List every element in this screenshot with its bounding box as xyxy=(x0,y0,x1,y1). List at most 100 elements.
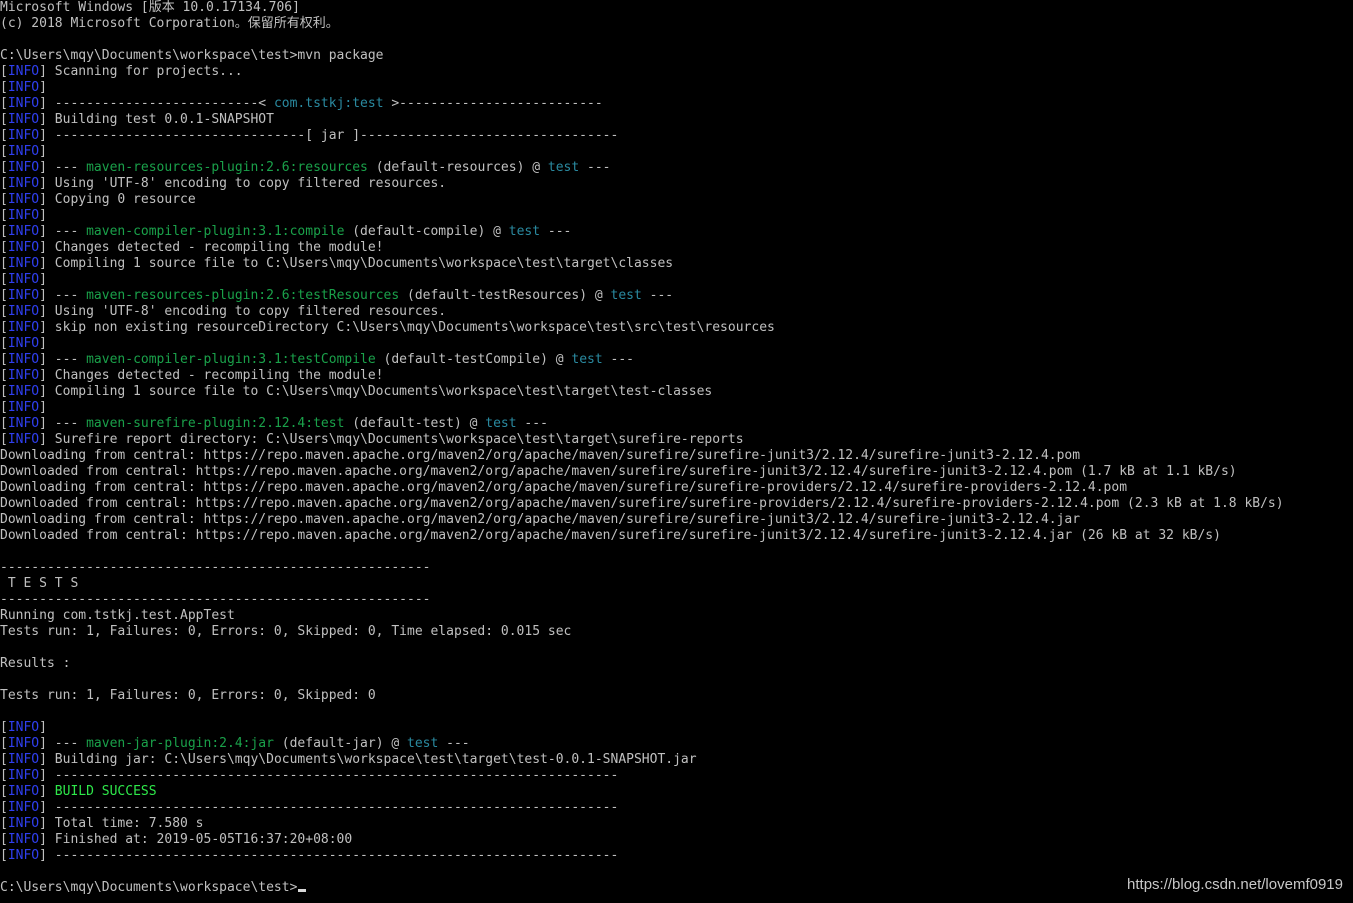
info-tag: INFO xyxy=(7,64,40,79)
project-name: test xyxy=(571,352,603,367)
console-text: [ xyxy=(0,64,8,79)
console-line: [INFO] --- maven-compiler-plugin:3.1:tes… xyxy=(0,352,1353,368)
console-text: [ xyxy=(0,256,8,271)
console-text: --- xyxy=(540,224,572,239)
console-line: [INFO] xyxy=(0,144,1353,160)
console-text: [ xyxy=(0,336,8,351)
plugin-goal: maven-resources-plugin:2.6:resources xyxy=(86,160,368,175)
console-line: [INFO] Changes detected - recompiling th… xyxy=(0,368,1353,384)
info-tag: INFO xyxy=(7,272,40,287)
info-tag: INFO xyxy=(7,240,40,255)
console-text: ] xyxy=(39,784,55,799)
console-text: ] --- xyxy=(39,736,87,751)
console-line: [INFO] skip non existing resourceDirecto… xyxy=(0,320,1353,336)
info-tag: INFO xyxy=(7,160,40,175)
console-text: Downloading from central: https://repo.m… xyxy=(0,512,1081,527)
info-tag: INFO xyxy=(7,320,40,335)
console-line: Results : xyxy=(0,656,1353,672)
console-text: ] --- xyxy=(39,352,87,367)
console-text: ] Scanning for projects... xyxy=(39,64,243,79)
console-line: ----------------------------------------… xyxy=(0,592,1353,608)
project-name: test xyxy=(547,160,580,175)
console-line: [INFO] ---------------------------------… xyxy=(0,768,1353,784)
console-line: [INFO] --- maven-compiler-plugin:3.1:com… xyxy=(0,224,1353,240)
console-text: [ xyxy=(0,784,8,799)
console-line: [INFO] --- maven-jar-plugin:2.4:jar (def… xyxy=(0,736,1353,752)
console-output[interactable]: Microsoft Windows [版本 10.0.17134.706] (c)… xyxy=(0,0,1353,896)
console-line: ----------------------------------------… xyxy=(0,560,1353,576)
console-text: ] xyxy=(39,144,47,159)
console-text: [ xyxy=(0,368,8,383)
console-text: --- xyxy=(641,288,674,303)
console-text: ] Total time: 7.580 s xyxy=(39,816,204,831)
console-line: Microsoft Windows [版本 10.0.17134.706] xyxy=(0,0,1353,16)
plugin-goal: maven-compiler-plugin:3.1:testCompile xyxy=(86,352,376,367)
console-line: Downloading from central: https://repo.m… xyxy=(0,480,1353,496)
project-name: com.tstkj:test xyxy=(273,96,384,111)
console-text: [ xyxy=(0,848,8,863)
console-text: ] xyxy=(39,400,47,415)
console-line: [INFO] xyxy=(0,272,1353,288)
console-line: [INFO] BUILD SUCCESS xyxy=(0,784,1353,800)
info-tag: INFO xyxy=(7,848,40,863)
console-text: [ xyxy=(0,128,8,143)
console-line: [INFO] Total time: 7.580 s xyxy=(0,816,1353,832)
project-name: test xyxy=(508,224,541,239)
console-text: [ xyxy=(0,400,8,415)
console-text: [ xyxy=(0,96,8,111)
console-line: [INFO] --- maven-resources-plugin:2.6:re… xyxy=(0,160,1353,176)
console-line: [INFO] Compiling 1 source file to C:\Use… xyxy=(0,384,1353,400)
plugin-goal: maven-compiler-plugin:3.1:compile xyxy=(86,224,345,239)
console-text: (default-testResources) @ xyxy=(399,288,611,303)
console-text: [ xyxy=(0,112,8,127)
info-tag: INFO xyxy=(7,288,40,303)
console-text: [ xyxy=(0,144,8,159)
console-text: ] --------------------------------------… xyxy=(39,800,619,815)
console-text: ----------------------------------------… xyxy=(0,592,431,607)
console-text: [ xyxy=(0,192,8,207)
console-text: ] Finished at: 2019-05-05T16:37:20+08:00 xyxy=(39,832,353,847)
console-text: Downloaded from central: https://repo.ma… xyxy=(0,496,1284,511)
console-text: Downloaded from central: https://repo.ma… xyxy=(0,528,1221,543)
console-window[interactable]: Microsoft Windows [版本 10.0.17134.706] (c)… xyxy=(0,0,1353,903)
console-line: [INFO] Copying 0 resource xyxy=(0,192,1353,208)
console-text: --- xyxy=(516,416,548,431)
console-line: [INFO] Using 'UTF-8' encoding to copy fi… xyxy=(0,304,1353,320)
info-tag: INFO xyxy=(7,384,40,399)
console-text: ] --------------------------< xyxy=(39,96,274,111)
info-tag: INFO xyxy=(7,96,40,111)
project-name: test xyxy=(610,288,642,303)
console-text: ] --------------------------------------… xyxy=(39,768,619,783)
console-line: Downloaded from central: https://repo.ma… xyxy=(0,528,1353,544)
console-text: [ xyxy=(0,816,8,831)
build-status: BUILD SUCCESS xyxy=(54,784,157,799)
console-text: ] Changes detected - recompiling the mod… xyxy=(39,240,384,255)
console-text: ] Building test 0.0.1-SNAPSHOT xyxy=(39,112,274,127)
console-text: [ xyxy=(0,832,8,847)
console-line: Downloaded from central: https://repo.ma… xyxy=(0,496,1353,512)
info-tag: INFO xyxy=(7,336,40,351)
console-text: [ xyxy=(0,80,8,95)
console-text: ----------------------------------------… xyxy=(0,560,431,575)
console-text: ] --------------------------------------… xyxy=(39,848,619,863)
console-text: [ xyxy=(0,160,8,175)
console-text: ] --- xyxy=(39,160,87,175)
info-tag: INFO xyxy=(7,112,40,127)
console-line: [INFO] --------------------------------[… xyxy=(0,128,1353,144)
console-text: ] --- xyxy=(39,288,87,303)
console-text: ] Compiling 1 source file to C:\Users\mq… xyxy=(39,256,674,271)
text-cursor xyxy=(298,889,307,892)
console-text: Results : xyxy=(0,656,71,671)
console-text: Tests run: 1, Failures: 0, Errors: 0, Sk… xyxy=(0,624,572,639)
console-text: [ xyxy=(0,240,8,255)
console-text: [ xyxy=(0,304,8,319)
console-text: Downloading from central: https://repo.m… xyxy=(0,480,1128,495)
console-text: [ xyxy=(0,176,8,191)
console-line: [INFO] Building test 0.0.1-SNAPSHOT xyxy=(0,112,1353,128)
console-line: Downloaded from central: https://repo.ma… xyxy=(0,464,1353,480)
console-text: C:\Users\mqy\Documents\workspace\test> xyxy=(0,880,298,895)
